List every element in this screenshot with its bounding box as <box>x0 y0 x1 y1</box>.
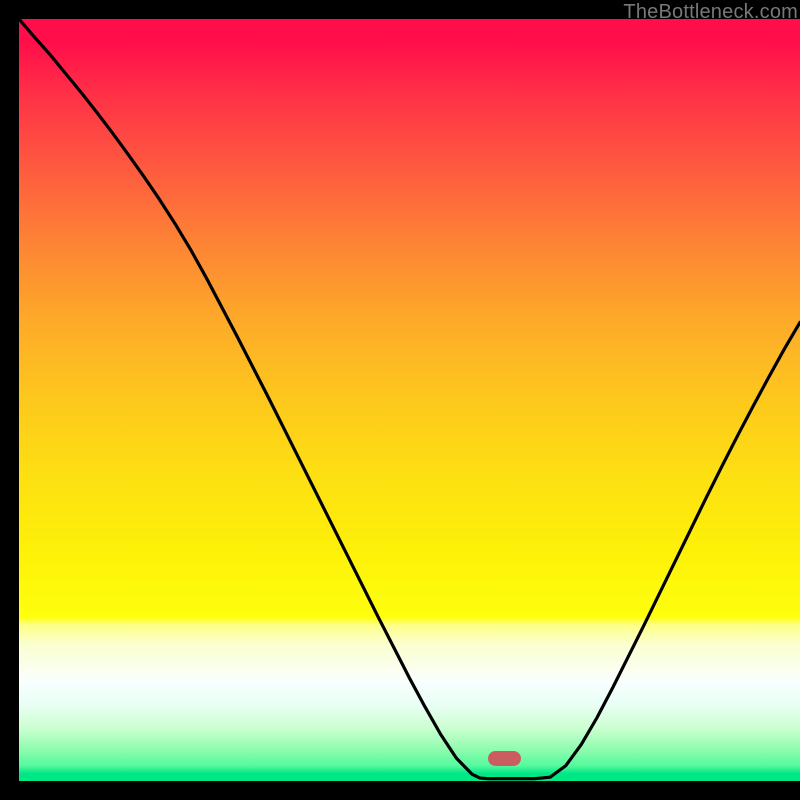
chart-plot-area <box>19 19 800 781</box>
bottleneck-curve <box>19 19 800 781</box>
bottleneck-minimum-marker <box>488 751 521 766</box>
chart-frame: TheBottleneck.com <box>19 0 800 781</box>
